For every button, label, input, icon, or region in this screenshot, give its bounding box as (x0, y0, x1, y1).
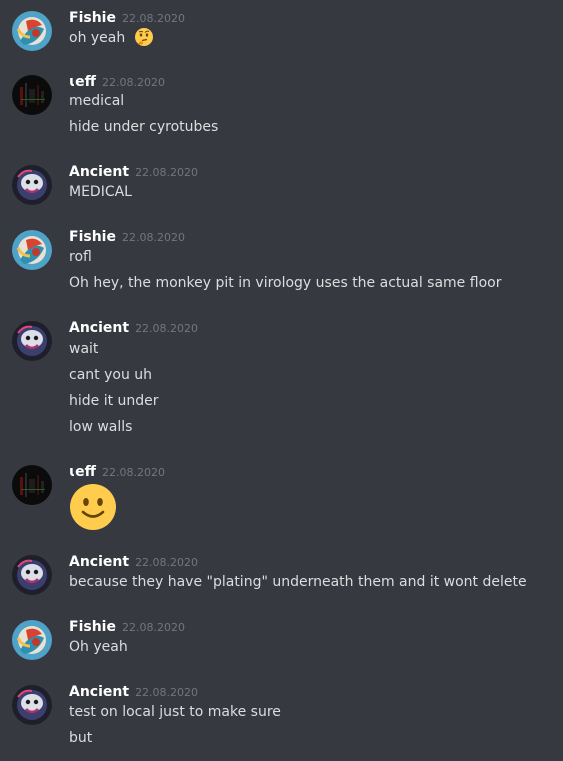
message-text: test on local just to make sure (69, 704, 281, 720)
message-line: Oh yeah (69, 637, 128, 657)
timestamp: 22.08.2020 (121, 12, 185, 25)
timestamp: 22.08.2020 (121, 231, 185, 244)
message-line: test on local just to make sure (69, 702, 281, 722)
message-group: Ancient 22.08.2020 MEDICAL (0, 160, 563, 205)
message-line: MEDICAL (69, 182, 132, 202)
message-group: Ancient 22.08.2020 because they have "pla… (0, 550, 563, 595)
timestamp: 22.08.2020 (135, 322, 199, 335)
thinking-face-icon (134, 28, 153, 46)
message-line: rofl (69, 247, 92, 267)
timestamp: 22.08.2020 (102, 466, 165, 479)
message-text: Oh hey, the monkey pit in virology uses … (69, 275, 502, 291)
message-text: wait (69, 341, 99, 357)
message-group: Fishie 22.08.2020 Oh yeah (0, 615, 563, 660)
message-group: ɩeff 22.08.2020 (0, 460, 563, 532)
message-text: Oh yeah (69, 639, 128, 655)
ancient-avatar[interactable] (12, 685, 52, 725)
chat-message-list: Fishie 22.08.2020 oh yeah ɩeff 22.08.202… (0, 0, 563, 761)
ancient-avatar[interactable] (12, 321, 52, 361)
timestamp: 22.08.2020 (135, 166, 199, 179)
username[interactable]: Fishie (69, 10, 116, 26)
username[interactable]: Fishie (69, 229, 116, 245)
message-text: hide it under (69, 393, 159, 409)
message-header: Fishie 22.08.2020 (69, 616, 185, 636)
message-text: hide under cyrotubes (69, 119, 219, 135)
username[interactable]: Ancient (69, 164, 129, 180)
message-header: Fishie 22.08.2020 (69, 7, 185, 27)
message-header: Ancient 22.08.2020 (69, 161, 198, 181)
slightly-smiling-face-icon[interactable] (69, 483, 117, 531)
message-text: oh yeah (69, 30, 126, 46)
message-text: cant you uh (69, 367, 153, 383)
timestamp: 22.08.2020 (102, 76, 165, 89)
timestamp: 22.08.2020 (135, 686, 199, 699)
message-text: low walls (69, 419, 133, 435)
message-line: because they have "plating" underneath t… (69, 572, 527, 592)
username[interactable]: Ancient (69, 320, 129, 336)
message-header: Ancient 22.08.2020 (69, 317, 198, 337)
message-header: Fishie 22.08.2020 (69, 226, 185, 246)
message-text: because they have "plating" underneath t… (69, 574, 527, 590)
message-line: hide it under (69, 391, 159, 411)
message-line: cant you uh (69, 365, 152, 385)
fishie-avatar[interactable] (12, 230, 52, 270)
message-group: Ancient 22.08.2020 wait cant you uh hide … (0, 316, 563, 438)
message-header: ɩeff 22.08.2020 (69, 461, 165, 481)
ancient-avatar[interactable] (12, 165, 52, 205)
message-group: Fishie 22.08.2020 rofl Oh hey, the monkey… (0, 225, 563, 295)
message-line: hide under cyrotubes (69, 117, 218, 137)
message-text: rofl (69, 249, 92, 265)
username[interactable]: ɩeff (69, 464, 96, 480)
ancient-avatar[interactable] (12, 555, 52, 595)
message-text: MEDICAL (69, 184, 132, 200)
jeff-avatar[interactable] (12, 465, 52, 505)
message-text: medical (69, 93, 125, 109)
username[interactable]: Ancient (69, 554, 129, 570)
message-line: medical (69, 91, 124, 111)
username[interactable]: ɩeff (69, 74, 96, 90)
timestamp: 22.08.2020 (121, 621, 185, 634)
message-text: but (69, 730, 93, 746)
message-group: Fishie 22.08.2020 oh yeah (0, 6, 563, 51)
fishie-avatar[interactable] (12, 620, 52, 660)
username[interactable]: Ancient (69, 684, 129, 700)
message-header: Ancient 22.08.2020 (69, 681, 198, 701)
timestamp: 22.08.2020 (135, 556, 199, 569)
jeff-avatar[interactable] (12, 75, 52, 115)
message-group: Ancient 22.08.2020 test on local just to … (0, 680, 563, 752)
message-line: but (69, 728, 92, 748)
message-line: wait (69, 339, 98, 359)
message-line: Oh hey, the monkey pit in virology uses … (69, 273, 501, 293)
fishie-avatar[interactable] (12, 11, 52, 51)
message-line: low walls (69, 417, 132, 437)
message-group: ɩeff 22.08.2020 medical hide under cyrotu… (0, 70, 563, 140)
message-header: ɩeff 22.08.2020 (69, 71, 165, 91)
message-line: oh yeah (69, 27, 154, 48)
message-header: Ancient 22.08.2020 (69, 551, 198, 571)
username[interactable]: Fishie (69, 619, 116, 635)
